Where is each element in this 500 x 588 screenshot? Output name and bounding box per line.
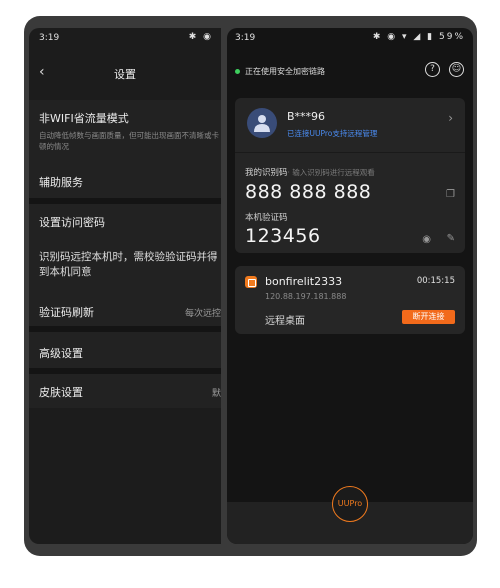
online-dot	[235, 69, 240, 74]
status-time: 3:19	[39, 33, 60, 43]
settings-panel: 3:19 ✱ ◉ ‹ 设置 非WIFI省流量模式 自动降低帧数与画面质量，但可能…	[29, 28, 221, 544]
setting-skin[interactable]: 皮肤设置 默	[29, 374, 221, 408]
divider	[235, 152, 465, 153]
status-icons: ✱ ◉	[188, 32, 213, 42]
session-type: 远程桌面	[265, 316, 305, 327]
copy-icon[interactable]: ❐	[446, 189, 455, 200]
setting-title: 高级设置	[39, 347, 83, 360]
status-bar: 3:19 ✱ ◉ ▾ ◢ ▮ 59%	[227, 28, 473, 50]
disconnect-button[interactable]: 断开连接	[402, 310, 455, 324]
session-name: bonfirelit2333	[265, 275, 343, 288]
nav-bar: ‹ 设置	[29, 64, 221, 84]
setting-title: 非WIFI省流量模式	[39, 112, 129, 125]
setting-advanced[interactable]: 高级设置	[29, 332, 221, 368]
headset-icon[interactable]: ☺	[449, 62, 464, 77]
chevron-right-icon: ›	[448, 111, 453, 125]
id-label: 我的识别码· 输入识别码进行远程观看	[245, 166, 375, 178]
setting-value: 每次远控	[184, 309, 221, 319]
setting-access-password[interactable]: 设置访问密码 识别码远控本机时，需校验验证码并得到本机同意 验证码刷新 每次远控	[29, 204, 221, 326]
session-duration: 00:15:15	[416, 276, 455, 286]
setting-title: 验证码刷新	[39, 306, 94, 319]
setting-description: 识别码远控本机时，需校验验证码并得到本机同意	[39, 251, 218, 278]
setting-title: 皮肤设置	[39, 386, 83, 399]
status-time: 3:19	[235, 33, 256, 43]
remote-desktop-icon	[245, 276, 257, 288]
uupro-button[interactable]: UUPro	[332, 486, 368, 522]
account-name: B***96	[287, 110, 326, 123]
status-icons: ✱ ◉ ▾ ◢ ▮ 59%	[372, 32, 465, 42]
setting-title: 辅助服务	[39, 176, 83, 189]
session-ip: 120.88.197.181.888	[265, 292, 347, 301]
avatar	[247, 108, 277, 138]
setting-value: 默	[211, 389, 221, 399]
code-value: 123456	[245, 225, 321, 247]
page-title: 设置	[114, 68, 136, 81]
account-row[interactable]: B***96 已连接UUPro支持远程管理 ›	[235, 98, 465, 150]
id-label-text: 我的识别码	[245, 168, 288, 178]
setting-subtitle: 自动降低帧数与画面质量，但可能出现画面不清晰或卡顿的情况	[39, 131, 219, 151]
account-status: 已连接UUPro支持远程管理	[287, 129, 378, 138]
setting-title: 设置访问密码	[39, 216, 105, 229]
session-card: bonfirelit2333 00:15:15 120.88.197.181.8…	[235, 266, 465, 334]
device-card: B***96 已连接UUPro支持远程管理 › 我的识别码· 输入识别码进行远程…	[235, 98, 465, 253]
setting-accessibility[interactable]: 辅助服务	[29, 160, 221, 198]
code-label: 本机验证码	[245, 213, 288, 223]
secure-link-status: 正在使用安全加密链路	[235, 66, 325, 77]
eye-icon[interactable]: ◉	[422, 234, 431, 245]
device-frame: 3:19 ✱ ◉ ‹ 设置 非WIFI省流量模式 自动降低帧数与画面质量，但可能…	[24, 16, 477, 556]
secure-text: 正在使用安全加密链路	[245, 67, 325, 76]
help-icon[interactable]: ?	[425, 62, 440, 77]
edit-icon[interactable]: ✎	[447, 233, 455, 244]
user-icon	[254, 115, 270, 132]
id-value: 888 888 888	[245, 181, 372, 203]
id-hint: · 输入识别码进行远程观看	[287, 168, 375, 177]
status-bar: 3:19 ✱ ◉	[29, 28, 221, 50]
remote-home-panel: 3:19 ✱ ◉ ▾ ◢ ▮ 59% 正在使用安全加密链路 ? ☺ B***96…	[227, 28, 473, 544]
setting-data-saver[interactable]: 非WIFI省流量模式 自动降低帧数与画面质量，但可能出现画面不清晰或卡顿的情况	[29, 100, 221, 160]
